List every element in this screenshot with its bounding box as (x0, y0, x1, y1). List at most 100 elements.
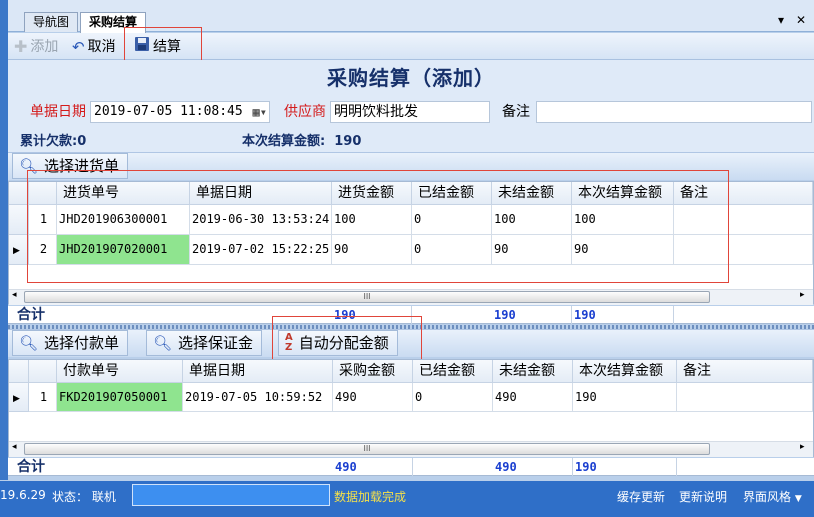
remark-label: 备注 (502, 104, 530, 120)
scroll-grip: III (363, 292, 371, 301)
row-number: 1 (29, 205, 57, 235)
scrollbar-thumb[interactable]: III (24, 291, 710, 303)
toolbar (8, 33, 814, 60)
table-cell[interactable] (677, 383, 813, 412)
table-cell[interactable]: FKD201907050001 (57, 383, 183, 412)
auto-allocate-button[interactable]: AZ 自动分配金额 (278, 330, 398, 356)
grid-index-header (29, 360, 57, 383)
table-cell[interactable]: 2019-07-02 15:22:25 (190, 235, 332, 265)
table-cell[interactable]: 90 (572, 235, 674, 265)
supplier-field[interactable]: 明明饮料批发 (330, 101, 490, 123)
column-header-purchase-no[interactable]: 进货单号 (57, 182, 190, 205)
column-header-payment-no[interactable]: 付款单号 (57, 360, 183, 383)
table-cell[interactable]: 0 (412, 235, 492, 265)
table-cell[interactable]: 190 (573, 383, 677, 412)
grid-index-header (29, 182, 57, 205)
scrollbar-thumb[interactable]: III (24, 443, 710, 455)
tab-purchase-settlement[interactable]: 采购结算 (80, 12, 147, 33)
table-cell[interactable]: 2019-06-30 13:53:24 (190, 205, 332, 235)
supplier-label: 供应商 (284, 104, 326, 120)
table-cell[interactable]: 90 (492, 235, 572, 265)
select-deposit-button[interactable]: 🔍︎ 选择保证金 (146, 330, 263, 356)
column-header-remark[interactable]: 备注 (677, 360, 813, 383)
total-unsettled-amount: 190 (492, 306, 572, 324)
select-purchase-order-button[interactable]: 🔍︎ 选择进货单 (12, 153, 129, 179)
tab-list-dropdown-icon[interactable]: ▾ (778, 13, 784, 27)
window-left-edge (0, 0, 8, 480)
column-header-settled-amount[interactable]: 已结金额 (413, 360, 493, 383)
ui-style-label: 界面风格 (743, 490, 792, 504)
total-unsettled-amount: 490 (493, 458, 573, 476)
current-row-arrow-icon: ▶ (13, 246, 20, 256)
settle-amount-value: 190 (334, 134, 362, 149)
table-cell[interactable]: 2019-07-05 10:59:52 (183, 383, 333, 412)
scroll-left-icon[interactable]: ◂ (12, 290, 17, 300)
status-value: 联机 (91, 490, 116, 504)
table-cell[interactable]: 100 (492, 205, 572, 235)
update-notes-button[interactable]: 更新说明 (679, 488, 727, 505)
column-header-this-settlement[interactable]: 本次结算金额 (572, 182, 674, 205)
status-label: 状态： (52, 490, 89, 504)
column-header-this-settlement[interactable]: 本次结算金额 (573, 360, 677, 383)
scroll-right-icon[interactable]: ▸ (800, 442, 805, 452)
scroll-grip: III (363, 444, 371, 453)
table-cell[interactable]: 90 (332, 235, 412, 265)
column-header-date[interactable]: 单据日期 (183, 360, 333, 383)
total-label: 合计 (17, 459, 45, 475)
settle-amount-summary: 本次结算金额: 190 (242, 130, 361, 149)
table-cell[interactable]: JHD201907020001 (57, 235, 190, 265)
column-header-date[interactable]: 单据日期 (190, 182, 332, 205)
payment-toolbar (8, 329, 814, 357)
column-header-remark[interactable]: 备注 (674, 182, 813, 205)
cancel-button[interactable]: ↶ 取消 (72, 37, 116, 57)
close-icon[interactable]: ✕ (796, 13, 806, 27)
total-this-settlement: 190 (572, 306, 674, 324)
progress-bar (132, 484, 330, 506)
page-title: 采购结算（添加） (327, 66, 495, 90)
select-payment-label: 选择付款单 (44, 334, 120, 352)
table-cell[interactable] (674, 235, 813, 265)
purchase-toolbar (8, 152, 814, 180)
ui-style-button[interactable]: 界面风格 ▼ (743, 488, 802, 505)
scroll-right-icon[interactable]: ▸ (800, 290, 805, 300)
remark-field[interactable] (536, 101, 812, 123)
column-header-settled-amount[interactable]: 已结金额 (412, 182, 492, 205)
row-selector[interactable]: ▶ (9, 383, 29, 412)
debt-value: 0 (77, 134, 87, 149)
column-header-unsettled-amount[interactable]: 未结金额 (493, 360, 573, 383)
total-purchase-amount: 190 (332, 306, 412, 324)
row-selector[interactable]: ▶ (9, 235, 29, 265)
add-label: 添加 (30, 39, 59, 55)
undo-icon: ↶ (72, 38, 85, 56)
table-cell[interactable]: JHD201906300001 (57, 205, 190, 235)
table-cell[interactable]: 0 (412, 205, 492, 235)
column-header-purchase-amount[interactable]: 进货金额 (332, 182, 412, 205)
grid-corner (9, 360, 29, 383)
calendar-dropdown-icon[interactable]: ▦▾ (253, 102, 267, 122)
table-cell[interactable]: 100 (332, 205, 412, 235)
table-cell[interactable]: 0 (413, 383, 493, 412)
column-header-purchase-amount[interactable]: 采购金额 (333, 360, 413, 383)
grid-corner (9, 182, 29, 205)
status-message: 数据加载完成 (334, 490, 407, 504)
status-text: 状态： 联机 (52, 488, 116, 505)
total-label: 合计 (17, 307, 45, 323)
tab-navigation-map[interactable]: 导航图 (24, 12, 79, 32)
date-field[interactable]: 2019-07-05 11:08:45 ▦▾ (90, 101, 270, 123)
tab-label: 采购结算 (89, 15, 138, 29)
table-cell[interactable] (674, 205, 813, 235)
table-cell[interactable]: 490 (333, 383, 413, 412)
table-cell[interactable]: 490 (493, 383, 573, 412)
settle-amount-label: 本次结算金额: (242, 134, 326, 149)
add-button[interactable]: ✚ 添加 (14, 37, 58, 57)
column-header-unsettled-amount[interactable]: 未结金额 (492, 182, 572, 205)
settle-button[interactable]: 结算 (134, 37, 181, 57)
row-selector[interactable] (9, 205, 29, 235)
cache-update-button[interactable]: 缓存更新 (617, 488, 665, 505)
date-label: 单据日期 (30, 104, 86, 120)
scroll-left-icon[interactable]: ◂ (12, 442, 17, 452)
select-purchase-order-label: 选择进货单 (44, 157, 120, 175)
search-icon: 🔍︎ (19, 157, 39, 175)
table-cell[interactable]: 100 (572, 205, 674, 235)
select-payment-button[interactable]: 🔍︎ 选择付款单 (12, 330, 129, 356)
